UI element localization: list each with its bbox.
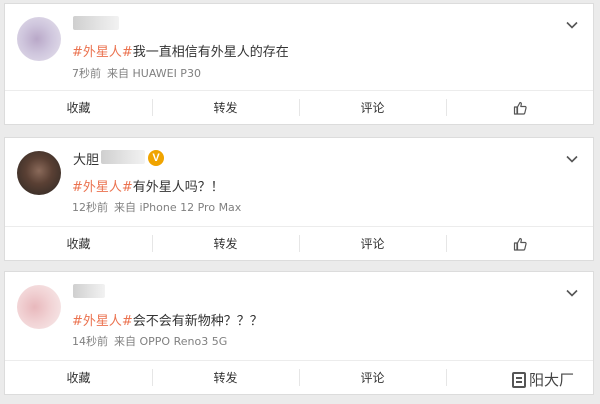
comment-label: 评论 bbox=[360, 237, 385, 251]
post-card: 大胆 V #外星人#有外星人吗？！ 12秒前 来自 iPhone 12 Pro M… bbox=[4, 137, 594, 261]
comment-button[interactable]: 评论 bbox=[299, 361, 446, 394]
avatar[interactable] bbox=[17, 151, 61, 195]
favorite-label: 收藏 bbox=[66, 101, 91, 115]
action-bar: 收藏 转发 评论 bbox=[5, 90, 593, 124]
favorite-label: 收藏 bbox=[66, 371, 91, 385]
post-body: 有外星人吗？！ bbox=[132, 180, 224, 195]
watermark-text: 阳大厂 bbox=[529, 371, 575, 389]
hashtag-link[interactable]: #外星人# bbox=[72, 180, 133, 195]
comment-button[interactable]: 评论 bbox=[299, 91, 446, 124]
post-card: #外星人#会不会有新物种？？？ 14秒前 来自 OPPO Reno3 5G 收藏 … bbox=[4, 271, 594, 395]
document-icon bbox=[512, 371, 526, 388]
verified-badge-icon: V bbox=[148, 150, 164, 166]
repost-button[interactable]: 转发 bbox=[152, 91, 299, 124]
username-blurred bbox=[101, 150, 145, 164]
chevron-down-icon[interactable] bbox=[565, 18, 579, 32]
comment-label: 评论 bbox=[360, 371, 385, 385]
like-button[interactable] bbox=[446, 227, 593, 260]
username-blurred[interactable] bbox=[73, 16, 119, 30]
comment-button[interactable]: 评论 bbox=[299, 227, 446, 260]
repost-button[interactable]: 转发 bbox=[152, 361, 299, 394]
post-body: 我一直相信有外星人的存在 bbox=[132, 45, 289, 60]
post-meta: 12秒前 来自 iPhone 12 Pro Max bbox=[72, 199, 241, 215]
avatar[interactable] bbox=[17, 17, 61, 61]
post-body: 会不会有新物种？？？ bbox=[132, 314, 263, 329]
post-time[interactable]: 12秒前 bbox=[72, 201, 108, 214]
repost-button[interactable]: 转发 bbox=[152, 227, 299, 260]
repost-label: 转发 bbox=[213, 371, 238, 385]
hashtag-link[interactable]: #外星人# bbox=[72, 45, 133, 60]
post-text: #外星人#会不会有新物种？？？ bbox=[72, 310, 263, 329]
hashtag-link[interactable]: #外星人# bbox=[72, 314, 133, 329]
post-source: 来自 OPPO Reno3 5G bbox=[114, 335, 228, 348]
repost-label: 转发 bbox=[213, 237, 238, 251]
chevron-down-icon[interactable] bbox=[565, 152, 579, 166]
thumbs-up-icon bbox=[513, 237, 527, 251]
username[interactable]: 大胆 bbox=[73, 149, 99, 168]
post-source: 来自 iPhone 12 Pro Max bbox=[114, 201, 242, 214]
favorite-button[interactable]: 收藏 bbox=[5, 361, 152, 394]
post-time[interactable]: 14秒前 bbox=[72, 335, 108, 348]
post-meta: 14秒前 来自 OPPO Reno3 5G bbox=[72, 333, 227, 349]
favorite-button[interactable]: 收藏 bbox=[5, 91, 152, 124]
post-source: 来自 HUAWEI P30 bbox=[107, 67, 201, 80]
username-blurred[interactable] bbox=[73, 284, 105, 298]
post-text: #外星人#有外星人吗？！ bbox=[72, 176, 224, 195]
comment-label: 评论 bbox=[360, 101, 385, 115]
post-card: #外星人#我一直相信有外星人的存在 7秒前 来自 HUAWEI P30 收藏 转发… bbox=[4, 3, 594, 125]
post-time[interactable]: 7秒前 bbox=[72, 67, 101, 80]
watermark: 阳大厂 bbox=[510, 369, 577, 390]
favorite-button[interactable]: 收藏 bbox=[5, 227, 152, 260]
thumbs-up-icon bbox=[513, 101, 527, 115]
avatar[interactable] bbox=[17, 285, 61, 329]
chevron-down-icon[interactable] bbox=[565, 286, 579, 300]
action-bar: 收藏 转发 评论 bbox=[5, 226, 593, 260]
post-text: #外星人#我一直相信有外星人的存在 bbox=[72, 41, 289, 60]
favorite-label: 收藏 bbox=[66, 237, 91, 251]
like-button[interactable] bbox=[446, 91, 593, 124]
repost-label: 转发 bbox=[213, 101, 238, 115]
action-bar: 收藏 转发 评论 bbox=[5, 360, 593, 394]
post-meta: 7秒前 来自 HUAWEI P30 bbox=[72, 65, 201, 81]
